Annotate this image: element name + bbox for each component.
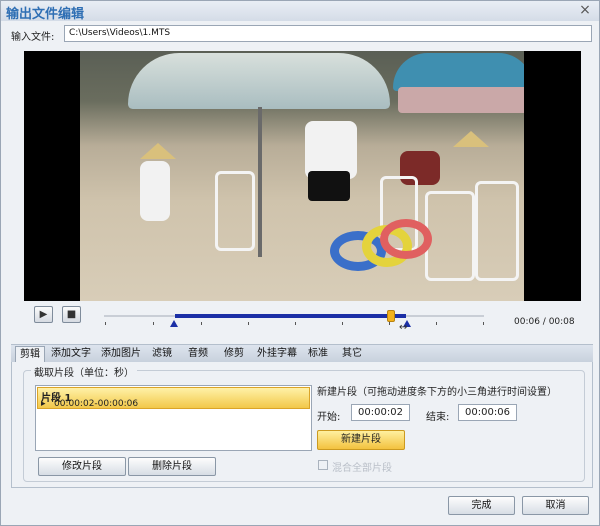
editor-window: 输出文件编辑 × 输入文件: C:\Users\Videos\1.MTS ▶ ■ bbox=[0, 0, 600, 526]
start-triangle-handle[interactable] bbox=[170, 320, 178, 327]
resize-cursor-icon: ↔ bbox=[399, 322, 408, 333]
new-clip-button[interactable]: 新建片段 bbox=[317, 430, 405, 450]
progress-selection bbox=[175, 314, 406, 318]
clip-range: 00:00:02-00:00:06 bbox=[54, 399, 139, 409]
person-sitting-left bbox=[140, 161, 170, 221]
tab-other[interactable]: 其它 bbox=[338, 346, 366, 363]
end-label: 结束: bbox=[426, 412, 450, 423]
tick-mark bbox=[436, 322, 437, 325]
tick-mark bbox=[105, 322, 106, 325]
playhead-thumb[interactable] bbox=[387, 310, 395, 322]
chair-1 bbox=[215, 171, 255, 251]
swim-ring-red bbox=[380, 219, 432, 259]
tick-mark bbox=[295, 322, 296, 325]
tab-filter[interactable]: 滤镜 bbox=[148, 346, 176, 363]
chair-3 bbox=[425, 191, 475, 281]
delete-clip-button[interactable]: 删除片段 bbox=[128, 457, 216, 476]
umbrella-right bbox=[393, 53, 524, 91]
tab-add-text[interactable]: 添加文字 bbox=[47, 346, 95, 363]
tab-bar: 剪辑 添加文字 添加图片 滤镜 音频 修剪 外挂字幕 标准 其它 bbox=[11, 344, 593, 363]
tab-audio[interactable]: 音频 bbox=[184, 346, 212, 363]
tab-subtitles[interactable]: 外挂字幕 bbox=[253, 346, 301, 363]
input-file-label: 输入文件: bbox=[11, 32, 55, 43]
input-file-field[interactable]: C:\Users\Videos\1.MTS bbox=[64, 25, 592, 42]
umbrella-pole bbox=[258, 107, 262, 257]
pointer-cursor-icon: ▸ bbox=[41, 399, 46, 409]
tick-mark bbox=[201, 322, 202, 325]
tick-mark bbox=[389, 322, 390, 325]
tick-mark bbox=[483, 322, 484, 325]
tab-clip[interactable]: 剪辑 bbox=[15, 346, 45, 363]
stop-button[interactable]: ■ bbox=[62, 306, 81, 323]
end-time-field[interactable]: 00:00:06 bbox=[458, 404, 517, 421]
start-time-field[interactable]: 00:00:02 bbox=[351, 404, 410, 421]
clip-group-label: 截取片段（单位：秒） bbox=[31, 364, 137, 379]
window-title: 输出文件编辑 bbox=[6, 7, 85, 22]
play-button[interactable]: ▶ bbox=[34, 306, 53, 323]
tick-mark bbox=[248, 322, 249, 325]
tab-add-image[interactable]: 添加图片 bbox=[97, 346, 145, 363]
person-shorts bbox=[308, 171, 350, 201]
title-bar: 输出文件编辑 × bbox=[1, 1, 599, 22]
tab-trim[interactable]: 修剪 bbox=[220, 346, 248, 363]
time-readout: 00:06 / 00:08 bbox=[514, 317, 575, 327]
cancel-button[interactable]: 取消 bbox=[522, 496, 589, 515]
new-clip-title: 新建片段（可拖动进度条下方的小三角进行时间设置） bbox=[317, 387, 557, 398]
list-item[interactable]: 片段 1 ▸ 00:00:02-00:00:06 bbox=[37, 387, 310, 409]
tick-mark bbox=[342, 322, 343, 325]
chair-4 bbox=[475, 181, 519, 281]
finish-button[interactable]: 完成 bbox=[448, 496, 515, 515]
tab-standard[interactable]: 标准 bbox=[304, 346, 332, 363]
merge-all-checkbox[interactable] bbox=[318, 460, 328, 470]
tick-mark bbox=[153, 322, 154, 325]
start-label: 开始: bbox=[317, 412, 341, 423]
person-hat-left bbox=[140, 143, 176, 159]
close-button[interactable]: × bbox=[577, 2, 593, 18]
clip-list[interactable]: 片段 1 ▸ 00:00:02-00:00:06 bbox=[35, 385, 312, 451]
umbrella-back bbox=[398, 87, 524, 113]
video-preview bbox=[24, 51, 581, 301]
person-hat-right bbox=[453, 131, 489, 147]
umbrella-left bbox=[128, 53, 390, 109]
video-frame bbox=[80, 51, 524, 301]
merge-all-label: 混合全部片段 bbox=[332, 463, 392, 474]
modify-clip-button[interactable]: 修改片段 bbox=[38, 457, 126, 476]
